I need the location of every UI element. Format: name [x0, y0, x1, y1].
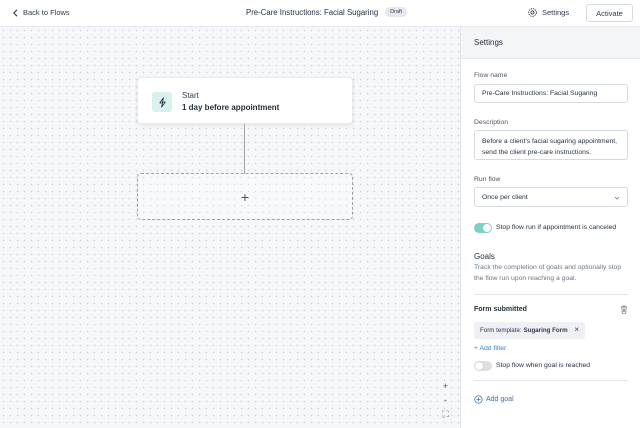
description-input[interactable]: Before a client's facial sugaring appoin…: [474, 130, 628, 160]
plus-circle-icon: [474, 395, 483, 404]
panel-title: Settings: [461, 27, 640, 59]
run-flow-label: Run flow: [474, 176, 501, 183]
stop-on-goal-toggle[interactable]: [474, 361, 492, 371]
filter-value: Sugaring Form: [523, 327, 568, 334]
settings-button[interactable]: Settings: [527, 7, 569, 18]
title-group: Pre-Care Instructions: Facial Sugaring D…: [246, 7, 408, 17]
start-node[interactable]: Start 1 day before appointment: [137, 77, 353, 124]
top-bar: Back to Flows Pre-Care Instructions: Fac…: [0, 0, 640, 27]
status-badge: Draft: [385, 7, 408, 17]
goals-description: Track the completion of goals and option…: [474, 264, 622, 282]
stop-on-goal-label: Stop flow when goal is reached: [496, 362, 591, 369]
goals-heading: Goals: [474, 252, 495, 261]
run-flow-value: Once per client: [482, 193, 528, 201]
add-step-placeholder[interactable]: +: [137, 173, 353, 220]
filter-prefix: Form template:: [480, 327, 522, 334]
flow-title: Pre-Care Instructions: Facial Sugaring: [246, 7, 379, 17]
divider: [474, 380, 628, 381]
back-label: Back to Flows: [23, 8, 70, 17]
add-goal-button[interactable]: Add goal: [474, 395, 514, 404]
start-node-label: Start: [182, 91, 199, 100]
start-node-trigger: 1 day before appointment: [182, 103, 280, 112]
add-filter-link[interactable]: + Add filter: [474, 345, 506, 352]
gear-icon: [528, 8, 537, 17]
connector-line: [244, 124, 245, 174]
zoom-in-button[interactable]: +: [443, 381, 448, 392]
description-label: Description: [474, 119, 508, 126]
zoom-out-button[interactable]: -: [444, 395, 447, 406]
trash-icon[interactable]: [620, 305, 628, 314]
add-goal-label: Add goal: [486, 396, 514, 403]
flow-canvas[interactable]: Start 1 day before appointment + + - ⛶: [0, 27, 460, 428]
activate-button[interactable]: Activate: [586, 4, 633, 22]
flow-name-input[interactable]: Pre-Care Instructions: Facial Sugaring: [474, 84, 628, 103]
settings-panel: Settings Flow name Pre-Care Instructions…: [460, 27, 640, 428]
goal-filter-chip: Form template: Sugaring Form ×: [474, 322, 585, 339]
divider: [474, 294, 628, 295]
fit-view-button[interactable]: ⛶: [442, 409, 448, 420]
plus-icon: +: [240, 188, 250, 205]
run-flow-select[interactable]: Once per client: [474, 187, 628, 207]
settings-label: Settings: [542, 8, 570, 17]
chevron-left-icon: [13, 8, 18, 17]
flow-name-label: Flow name: [474, 72, 508, 79]
lightning-bolt-icon: [152, 92, 172, 112]
stop-on-cancel-toggle[interactable]: [474, 223, 492, 233]
chevron-down-icon: [614, 196, 620, 200]
remove-filter-icon[interactable]: ×: [574, 325, 579, 334]
stop-on-cancel-label: Stop flow run if appointment is canceled: [496, 224, 617, 231]
goal-name: Form submitted: [474, 306, 527, 313]
zoom-controls: + - ⛶: [439, 381, 452, 420]
back-to-flows-link[interactable]: Back to Flows: [12, 8, 70, 17]
